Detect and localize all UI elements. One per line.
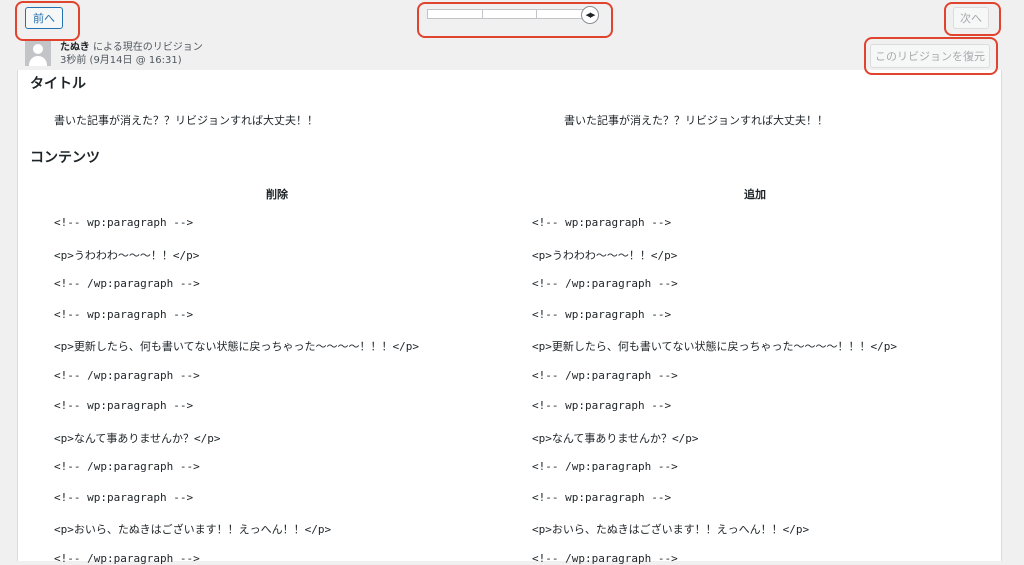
title-new: 書いた記事が消えた？？リビジョンすれば大丈夫！！: [564, 114, 828, 127]
diff-row-left: <!-- /wp:paragraph -->: [54, 460, 200, 473]
diff-row-left: <!-- /wp:paragraph -->: [54, 277, 200, 290]
annotation-box-restore: [864, 37, 998, 75]
diff-row-right: <p>なんて事ありませんか？</p>: [532, 432, 699, 445]
diff-row-left: <p>更新したら、何も書いてない状態に戻っちゃった〜〜〜〜！！！</p>: [54, 340, 420, 353]
avatar: [25, 40, 51, 66]
revision-meta: たぬき による現在のリビジョン 3秒前 (9月14日 @ 16:31): [60, 41, 203, 67]
diff-row-right: <!-- wp:paragraph -->: [532, 491, 672, 504]
diff-row-left: <!-- wp:paragraph -->: [54, 491, 194, 504]
added-column-header: 追加: [744, 188, 766, 201]
diff-row-left: <!-- wp:paragraph -->: [54, 399, 194, 412]
diff-row-right: <p>更新したら、何も書いてない状態に戻っちゃった〜〜〜〜！！！</p>: [532, 340, 898, 353]
diff-row-right: <p>おいら、たぬきはございます！！えっへん！！</p>: [532, 523, 810, 536]
revision-time: 3秒前 (9月14日 @ 16:31): [60, 55, 182, 66]
annotation-box-next: [944, 2, 1001, 36]
diff-row-left: <!-- /wp:paragraph -->: [54, 369, 200, 382]
title-old: 書いた記事が消えた？？リビジョンすれば大丈夫！！: [54, 114, 318, 127]
diff-row-left: <p>うわわわ〜〜〜！！</p>: [54, 249, 200, 262]
diff-row-right: <!-- /wp:paragraph -->: [532, 277, 678, 290]
diff-row-right: <!-- wp:paragraph -->: [532, 216, 672, 229]
diff-row-right: <!-- wp:paragraph -->: [532, 308, 672, 321]
annotation-box-prev: [15, 1, 80, 41]
diff-row-left: <!-- /wp:paragraph -->: [54, 552, 200, 565]
diff-row-right: <!-- /wp:paragraph -->: [532, 552, 678, 565]
removed-column-header: 削除: [266, 188, 288, 201]
diff-row-right: <!-- /wp:paragraph -->: [532, 460, 678, 473]
diff-row-left: <p>おいら、たぬきはございます！！えっへん！！</p>: [54, 523, 332, 536]
diff-row-left: <!-- wp:paragraph -->: [54, 308, 194, 321]
diff-row-left: <p>なんて事ありませんか？</p>: [54, 432, 221, 445]
diff-row-right: <!-- wp:paragraph -->: [532, 399, 672, 412]
author-name: たぬき: [60, 42, 90, 53]
diff-row-right: <p>うわわわ〜〜〜！！</p>: [532, 249, 678, 262]
author-suffix: による現在のリビジョン: [89, 42, 203, 53]
diff-row-right: <!-- /wp:paragraph -->: [532, 369, 678, 382]
annotation-box-slider: [417, 2, 613, 38]
diff-row-left: <!-- wp:paragraph -->: [54, 216, 194, 229]
content-section-heading: コンテンツ: [30, 150, 100, 166]
title-section-heading: タイトル: [30, 76, 86, 92]
